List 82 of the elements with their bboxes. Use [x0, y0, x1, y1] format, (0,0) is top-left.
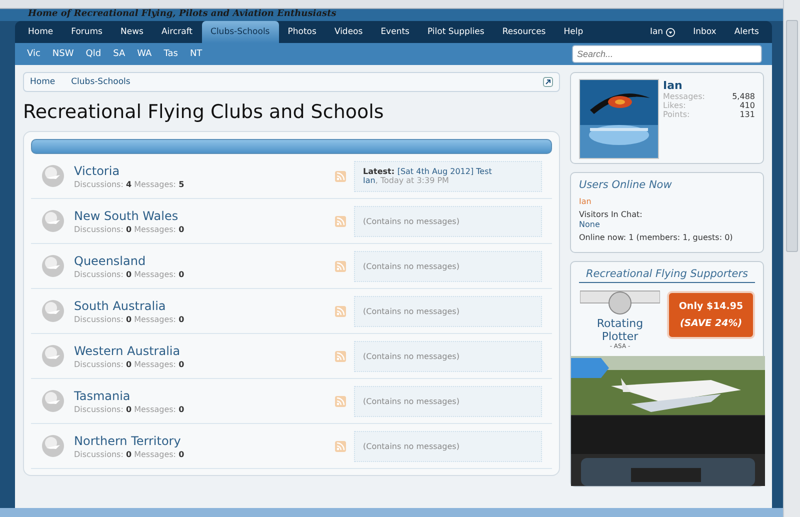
subnav-link[interactable]: NT [184, 49, 208, 59]
breadcrumb-link[interactable]: Clubs-Schools [71, 77, 130, 87]
user-link[interactable]: Ian [363, 176, 376, 185]
profile-name[interactable]: Ian [663, 79, 755, 92]
rss-icon[interactable] [335, 260, 346, 272]
forum-link[interactable]: South Australia [74, 298, 335, 312]
subnav-link[interactable]: WA [131, 49, 158, 59]
forum-status-icon [41, 209, 65, 233]
forum-stats: Discussions: 4 Messages: 5 [74, 180, 186, 188]
scrollbar-thumb[interactable] [786, 20, 798, 252]
online-summary: Online now: 1 (members: 1, guests: 0) [579, 233, 734, 242]
rss-icon[interactable] [335, 216, 346, 226]
site-tagline: Home of Recreational Flying, Pilots and Aviation Enthusiasts [0, 9, 783, 21]
empty-note: (Contains no messages) [363, 262, 460, 270]
empty-note: (Contains no messages) [363, 216, 460, 226]
thread-link[interactable]: [Sat 4th Aug 2012] Test [397, 167, 492, 176]
forum-link[interactable]: Victoria [74, 164, 335, 178]
nav-tab[interactable]: News [112, 21, 152, 43]
latest-thread: Latest: [Sat 4th Aug 2012] Test [363, 167, 493, 176]
product-name[interactable]: Rotating Plotter [579, 317, 661, 343]
rss-icon[interactable] [335, 440, 346, 452]
subnav-link[interactable]: Qld [80, 49, 108, 59]
price-button[interactable]: Only $14.95 (SAVE 24%) [667, 291, 755, 339]
nav-tab[interactable]: Home [19, 21, 62, 43]
forum-status-icon [41, 254, 65, 278]
nav-tab[interactable]: Aircraft [152, 21, 202, 43]
forum-link[interactable]: Queensland [74, 254, 335, 268]
nav-tab[interactable]: Pilot Supplies [418, 21, 494, 43]
forum-stats: Discussions: 0 Messages: 0 [74, 404, 186, 414]
forum-stats: Discussions: 0 Messages: 0 [74, 270, 186, 278]
subnav-link[interactable]: NSW [46, 49, 80, 59]
subnav-link[interactable]: Vic [21, 49, 46, 59]
card-title: Users Online Now [579, 179, 673, 191]
chat-value: None [579, 220, 601, 229]
search-field[interactable]: Search... [572, 45, 762, 63]
caret-icon [666, 28, 676, 36]
nav-tab[interactable]: Events [372, 21, 418, 43]
empty-note: (Contains no messages) [363, 306, 460, 316]
forum-link[interactable]: Northern Territory [74, 434, 335, 448]
empty-note: (Contains no messages) [363, 396, 460, 406]
forum-link[interactable]: New South Wales [74, 208, 335, 222]
card-title: Recreational Flying Supporters [579, 268, 755, 283]
chat-label: Visitors In Chat: [579, 210, 644, 219]
nav-tab[interactable]: Help [554, 21, 592, 43]
nav-tab[interactable]: Forums [62, 21, 112, 43]
stat-value: 5,488 [732, 92, 755, 101]
nav-link[interactable]: Alerts [725, 21, 768, 43]
forum-stats: Discussions: 0 Messages: 0 [74, 360, 186, 368]
forum-link[interactable]: Western Australia [74, 344, 335, 358]
forum-status-icon [41, 344, 65, 368]
forum-stats: Discussions: 0 Messages: 0 [74, 314, 186, 324]
nav-tab[interactable]: Photos [278, 21, 326, 43]
plotter-icon [580, 289, 660, 317]
breadcrumb-link[interactable]: Home [30, 77, 56, 87]
forum-link[interactable]: Tasmania [74, 388, 335, 402]
forum-stats: Discussions: 0 Messages: 0 [74, 450, 186, 458]
nav-link[interactable]: Inbox [684, 21, 726, 43]
forum-status-icon [41, 164, 65, 188]
popout-icon[interactable] [543, 77, 553, 87]
rss-icon[interactable] [335, 350, 346, 362]
forum-stats: Discussions: 0 Messages: 0 [74, 224, 186, 234]
stat-label: Points: [663, 110, 690, 119]
nav-tab[interactable]: Videos [325, 21, 372, 43]
subnav-link[interactable]: SA [107, 49, 132, 59]
page-title: Recreational Flying Clubs and Schools [23, 101, 385, 123]
user-menu[interactable]: Ian [640, 21, 684, 43]
latest-meta: Ian, Today at 3:39 PM [363, 176, 450, 185]
nav-tab[interactable]: Clubs-Schools [202, 21, 279, 43]
nav-tab[interactable]: Resources [493, 21, 555, 43]
stat-label: Likes: [663, 101, 686, 110]
subnav-link[interactable]: Tas [158, 49, 184, 59]
stat-label: Messages: [663, 92, 705, 101]
empty-note: (Contains no messages) [363, 352, 460, 360]
rss-icon[interactable] [335, 306, 346, 316]
empty-note: (Contains no messages) [363, 442, 460, 450]
stat-value: 410 [740, 101, 755, 110]
forum-status-icon [41, 299, 65, 323]
forum-status-icon [41, 389, 65, 413]
rss-icon[interactable] [335, 396, 346, 406]
rss-icon[interactable] [335, 170, 346, 182]
forum-status-icon [41, 434, 65, 458]
stat-value: 131 [740, 110, 755, 119]
